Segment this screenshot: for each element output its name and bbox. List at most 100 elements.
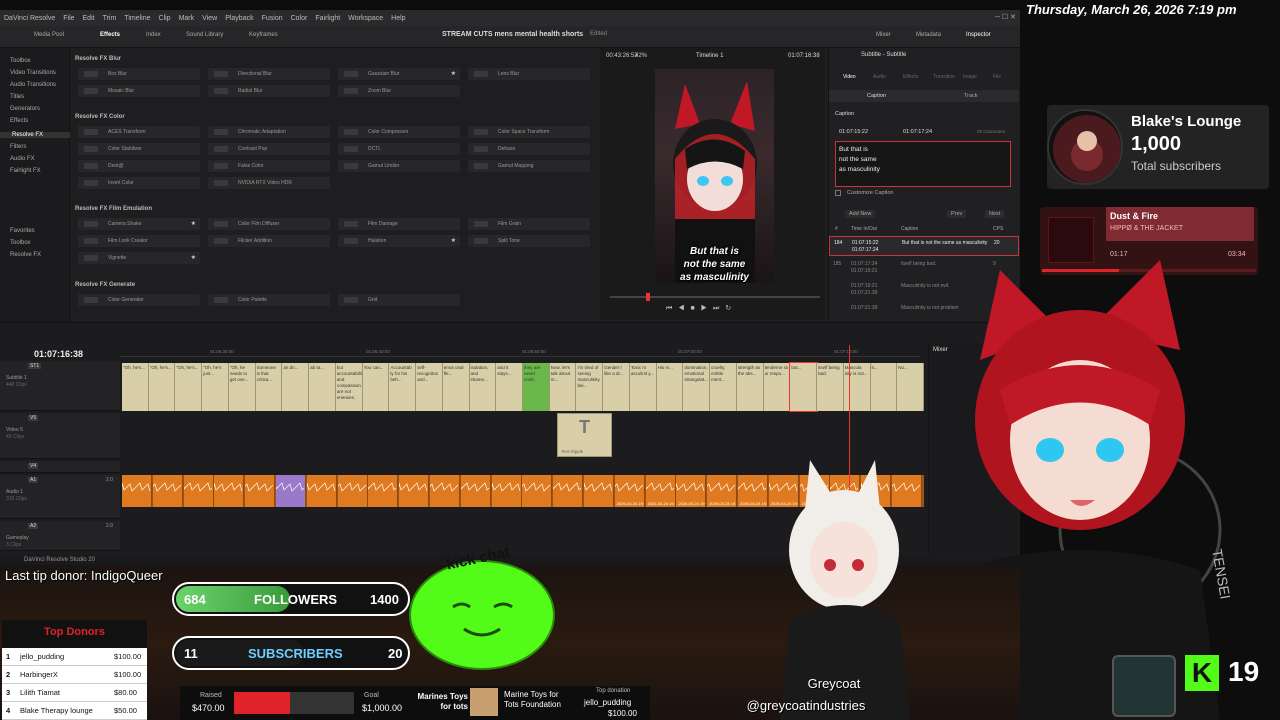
menu-item-0[interactable]: DaVinci Resolve	[4, 15, 55, 22]
sidebar-item-7[interactable]: Filters	[10, 144, 26, 150]
customize-caption-checkbox[interactable]	[835, 190, 841, 196]
menu-item-5[interactable]: Clip	[159, 15, 171, 22]
inspector-button[interactable]: Inspector	[966, 32, 991, 38]
inspector-tab-5[interactable]: File	[993, 74, 1001, 80]
transport-controls[interactable]: ⏮◀■▶⏭↻	[666, 304, 737, 313]
keyframes-button[interactable]: Keyframes	[249, 32, 278, 38]
sidebar-item-11[interactable]: Toolbox	[10, 240, 31, 246]
sidebar-item-10[interactable]: Favorites	[10, 228, 35, 234]
subtitle-clip[interactable]: You can...	[362, 363, 390, 411]
fx-section-title[interactable]: Resolve FX Blur	[75, 56, 121, 62]
audio-clip[interactable]: 2026-03-24 19:48:34.mp4	[645, 475, 676, 507]
scrubber-playhead[interactable]	[646, 293, 650, 301]
caption-text-field[interactable]: But that is not the same as masculinity	[835, 141, 1011, 187]
viewer-timeline-name[interactable]: Timeline 1	[696, 53, 723, 59]
audio-clip[interactable]	[399, 475, 430, 507]
subtitle-clip[interactable]: "Oh, he needs to get ove...	[228, 363, 256, 411]
subtitle-clip[interactable]: domination, emotional strangulat...	[683, 363, 711, 411]
fx-item[interactable]: Chromatic Adaptation	[208, 126, 330, 138]
menu-item-4[interactable]: Timeline	[124, 15, 150, 22]
caption-tc-in[interactable]: 01:07:15:22	[839, 129, 868, 135]
fx-item[interactable]: Vignette ★	[78, 252, 200, 264]
audio-clip[interactable]	[276, 475, 306, 507]
fx-item[interactable]: False Color	[208, 160, 330, 172]
inspector-tab-2[interactable]: Effects	[903, 74, 918, 80]
subtitle-clip[interactable]: but...	[789, 362, 819, 412]
fx-item[interactable]: Contrast Pop	[208, 143, 330, 155]
fx-item[interactable]: Color Palette	[208, 294, 330, 306]
audio-clip[interactable]: 2026-03-24 19:48:34.mp4	[614, 475, 645, 507]
sidebar-item-3[interactable]: Titles	[10, 94, 24, 100]
audio-clip[interactable]	[306, 475, 337, 507]
audio-clip[interactable]	[183, 475, 214, 507]
fx-item[interactable]: Color Film Diffuser	[208, 218, 330, 230]
subtitle-clip[interactable]: emot onal fle...	[442, 363, 470, 411]
subtitle-clip[interactable]: they are never confr...	[523, 363, 550, 411]
fx-item[interactable]: Dent@	[78, 160, 200, 172]
subtitle-clip[interactable]: isolation, and shame...	[469, 363, 497, 411]
subtitle-clip[interactable]: but accountability and compassion are no…	[335, 363, 363, 411]
audio-clip[interactable]	[584, 475, 614, 507]
subtitle-clip[interactable]: it...	[870, 363, 898, 411]
fx-item[interactable]: ACES Transform	[78, 126, 200, 138]
title-clip[interactable]: T Text Ripple	[557, 413, 612, 457]
fx-item[interactable]: Grid	[338, 294, 460, 306]
audio-clip[interactable]: 2026-03-24 19:48:34.mp4	[707, 475, 738, 507]
audio-clip[interactable]	[553, 475, 584, 507]
subtitle-clip[interactable]: Gender l like a dr...	[603, 363, 630, 411]
menu-item-3[interactable]: Trim	[103, 15, 117, 22]
menu-item-11[interactable]: Fairlight	[315, 15, 340, 22]
effects-button[interactable]: Effects	[100, 32, 120, 38]
subtitle-clip[interactable]: I'm tired of seeing masculinity bei...	[576, 363, 604, 411]
subtitle-clip[interactable]: itself being bad.	[817, 363, 844, 411]
fx-item[interactable]: Directional Blur	[208, 68, 330, 80]
viewer-zoom[interactable]: 42%	[635, 53, 647, 59]
mixer-button[interactable]: Mixer	[876, 32, 891, 38]
sidebar-item-0[interactable]: Toolbox	[10, 58, 31, 64]
fx-item[interactable]: DCTL	[338, 143, 460, 155]
fx-section-title[interactable]: Resolve FX Film Emulation	[75, 206, 152, 212]
inspector-tab-3[interactable]: Transition	[933, 74, 955, 80]
audio-clip[interactable]	[337, 475, 368, 507]
fx-item[interactable]: Flicker Addition	[208, 235, 330, 247]
subtitle-clip[interactable]: "Oh, he's...	[175, 363, 203, 411]
menu-item-7[interactable]: View	[202, 15, 217, 22]
media-pool-button[interactable]: Media Pool	[34, 32, 64, 38]
fx-item[interactable]: Film Look Creator	[78, 235, 200, 247]
favorite-star-icon[interactable]: ★	[191, 218, 196, 230]
audio-clip[interactable]: 2026-03-24 19:48:34.mp4	[676, 475, 707, 507]
timeline-ruler[interactable]: 01:06:30:00 01:06:40:00 01:06:50:00 01:07:0…	[120, 347, 920, 357]
fx-item[interactable]: Dehaze	[468, 143, 590, 155]
fx-item[interactable]: Gamut Mapping	[468, 160, 590, 172]
fx-item[interactable]: Color Generator	[78, 294, 200, 306]
fx-item[interactable]: Split Tone	[468, 235, 590, 247]
track-header[interactable]: V4	[0, 461, 120, 473]
audio-clip[interactable]	[214, 475, 245, 507]
sound-library-button[interactable]: Sound Library	[186, 32, 223, 38]
fx-item[interactable]: Film Damage	[338, 218, 460, 230]
fx-section-title[interactable]: Resolve FX Color	[75, 114, 125, 120]
sidebar-item-9[interactable]: Fairlight FX	[10, 168, 41, 174]
sidebar-item-12[interactable]: Resolve FX	[10, 252, 41, 258]
subtitle-clip[interactable]: His m...	[656, 363, 684, 411]
menu-item-2[interactable]: Edit	[83, 15, 95, 22]
fx-item[interactable]: Zoom Blur	[338, 85, 460, 97]
inspector-tab-4[interactable]: Image	[963, 74, 977, 80]
prev-button[interactable]: Prev	[947, 210, 967, 218]
subtitle-clip[interactable]: "Oh, he's...	[122, 363, 149, 411]
subtitle-clip[interactable]: tenderne ss or respo...	[763, 363, 791, 411]
subtitle-clip[interactable]: Accountab ly for his beh...	[389, 363, 417, 411]
fx-item[interactable]: Film Grain	[468, 218, 590, 230]
audio-clip[interactable]	[522, 475, 553, 507]
sidebar-item-8[interactable]: Audio FX	[10, 156, 35, 162]
audio-clip[interactable]: 2026-03-24 19:48:34.mp4	[738, 475, 768, 507]
tab-caption[interactable]: Caption	[867, 93, 886, 99]
subtitle-clip[interactable]: self-recogniton and...	[416, 363, 443, 411]
subtitle-clip[interactable]: strength as the abs...	[736, 363, 764, 411]
sidebar-item-1[interactable]: Video Transitions	[10, 70, 56, 76]
track-header[interactable]: A1 Audio 1 310 Clips 2.0	[0, 475, 120, 519]
menu-item-6[interactable]: Mark	[179, 15, 195, 22]
subtitle-clip[interactable]: No...	[897, 363, 924, 411]
fx-item[interactable]: Box Blur	[78, 68, 200, 80]
fx-item[interactable]: Radial Blur	[208, 85, 330, 97]
